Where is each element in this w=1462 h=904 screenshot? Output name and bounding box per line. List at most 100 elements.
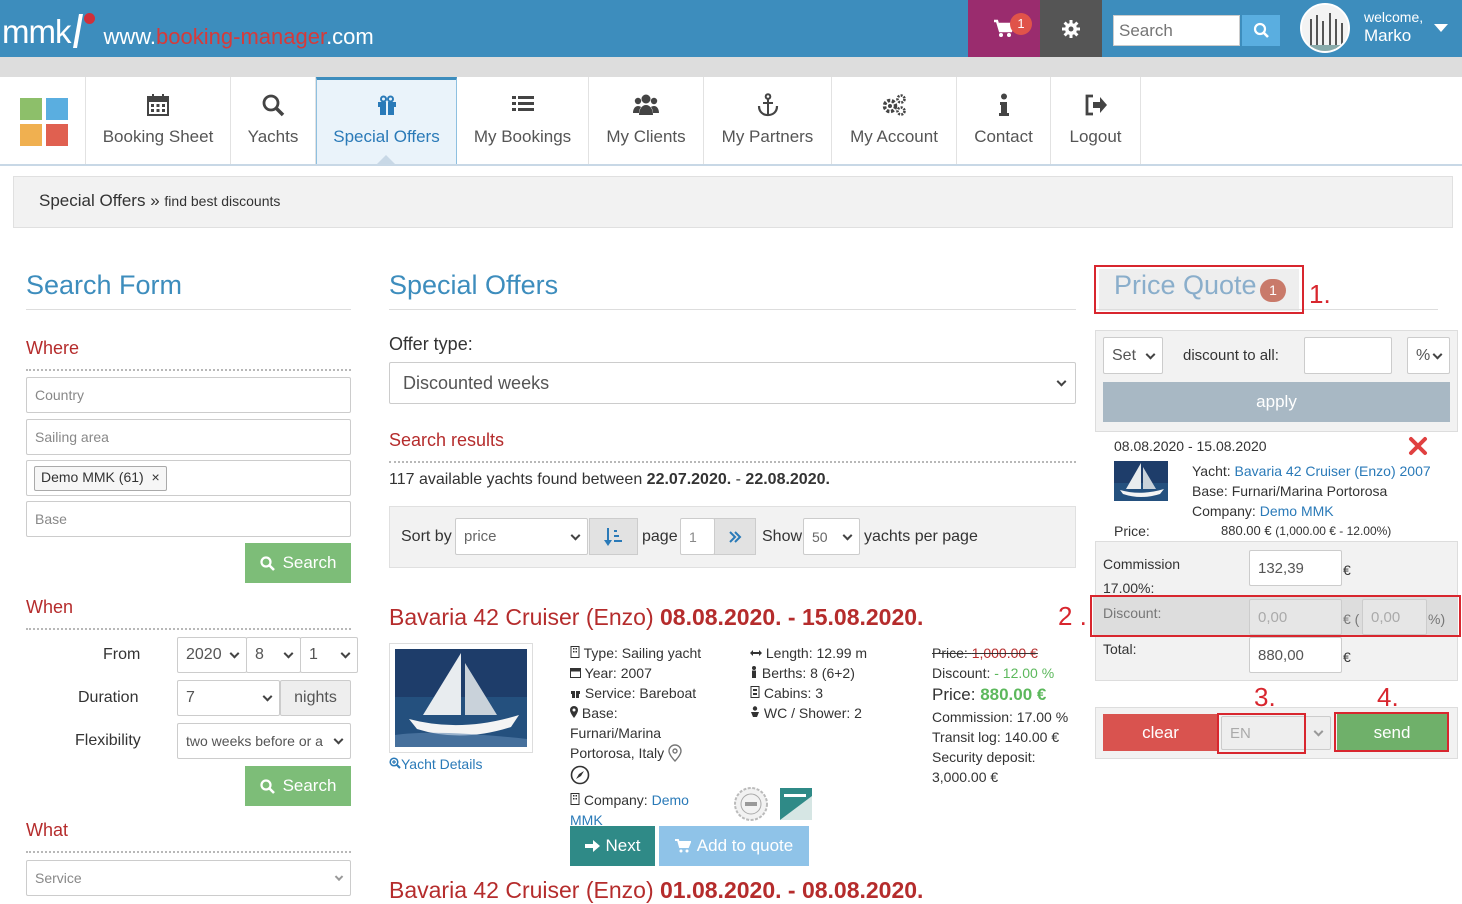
cabins-row: Cabins: 3 <box>750 683 920 703</box>
yacht-details-link[interactable]: Yacht Details <box>389 754 482 774</box>
sort-direction-button[interactable] <box>589 518 638 555</box>
clear-button[interactable]: clear <box>1103 714 1218 751</box>
yacht-specs-right: Length: 12.99 m Berths: 8 (6+2) Cabins: … <box>750 643 920 723</box>
offer-type-label: Offer type: <box>389 334 473 354</box>
divider <box>26 309 351 310</box>
nav-yachts[interactable]: Yachts <box>231 77 316 164</box>
from-month-select[interactable]: 8 <box>246 637 301 673</box>
nav-my-clients[interactable]: My Clients <box>589 77 704 164</box>
users-icon <box>633 94 659 115</box>
annotation-box-3 <box>1217 713 1306 754</box>
add-to-quote-button[interactable]: Add to quote <box>659 826 809 866</box>
discount-unit-select[interactable]: % <box>1407 337 1450 374</box>
deposit-label: Security deposit: <box>932 749 1036 765</box>
sailing-area-input[interactable]: Sailing area <box>26 419 351 455</box>
logo-url: www.booking-manager.com <box>103 24 374 49</box>
per-page-select[interactable]: 50 <box>803 518 860 555</box>
total-label: Total: <box>1103 641 1137 657</box>
logo[interactable]: mmk www.booking-manager.com <box>2 6 374 52</box>
nav-special-offers[interactable]: Special Offers <box>316 77 457 164</box>
tag-remove-icon[interactable]: × <box>151 469 159 485</box>
sort-select[interactable]: price <box>455 518 588 555</box>
calendar-icon <box>147 94 169 116</box>
quote-company-row: Company: Demo MMK <box>1192 503 1334 519</box>
chevron-down-icon <box>1056 376 1067 387</box>
location-pin-icon[interactable] <box>668 744 682 762</box>
chevron-down-icon[interactable] <box>1434 24 1448 32</box>
commission-input[interactable]: 132,39 <box>1249 550 1342 586</box>
next-button[interactable]: Next <box>570 826 655 866</box>
active-tab-indicator <box>377 155 395 164</box>
base-input[interactable]: Base <box>26 501 351 537</box>
discount-to-all-label: discount to all: <box>1183 347 1279 364</box>
company-link[interactable]: Demo <box>652 792 689 808</box>
settings-button[interactable] <box>1040 0 1102 57</box>
nav-my-partners[interactable]: My Partners <box>704 77 832 164</box>
nav-logout[interactable]: Logout <box>1051 77 1141 164</box>
from-year-select[interactable]: 2020 <box>177 637 247 673</box>
per-page-label: yachts per page <box>864 528 978 545</box>
nav-label: Special Offers <box>333 127 440 146</box>
building-icon <box>570 646 580 658</box>
partner-badge <box>778 786 814 822</box>
info-icon <box>998 93 1009 116</box>
nav-my-bookings[interactable]: My Bookings <box>457 77 589 164</box>
gift-icon <box>571 691 580 698</box>
result-title[interactable]: Bavaria 42 Cruiser (Enzo) 08.08.2020. - … <box>389 604 923 631</box>
nights-addon: nights <box>280 680 351 716</box>
page-input[interactable]: 1 <box>680 518 715 555</box>
yacht-photo-frame[interactable] <box>389 643 533 753</box>
country-input[interactable]: Country <box>26 377 351 413</box>
top-search-input[interactable] <box>1113 15 1240 46</box>
shower-icon <box>751 706 759 717</box>
nav-my-account[interactable]: My Account <box>832 77 957 164</box>
cogs-icon <box>882 94 906 116</box>
annotation-label-2: 2 . <box>1058 601 1087 631</box>
nav-contact[interactable]: Contact <box>957 77 1051 164</box>
base-value: Furnari/Marina <box>570 725 662 741</box>
compass-icon[interactable] <box>570 765 590 785</box>
chevron-down-icon <box>229 648 240 659</box>
flexibility-select[interactable]: two weeks before or a <box>177 723 351 759</box>
discount-to-all-input[interactable] <box>1304 337 1392 374</box>
from-day-select[interactable]: 1 <box>300 637 358 673</box>
company-tag: Demo MMK (61) × <box>34 466 167 491</box>
chevron-down-icon <box>340 648 351 659</box>
chevron-down-icon <box>1145 349 1156 360</box>
quote-item-thumbnail <box>1114 461 1168 501</box>
dashboard-tile[interactable] <box>0 77 86 164</box>
annotation-label-4: 4. <box>1377 682 1399 712</box>
search-button[interactable]: Search <box>245 766 351 806</box>
search-icon <box>259 778 275 794</box>
deposit-value: 3,000.00 € <box>932 769 999 785</box>
result-title[interactable]: Bavaria 42 Cruiser (Enzo) 01.08.2020. - … <box>389 877 923 904</box>
building-icon <box>570 793 580 805</box>
top-search-button[interactable] <box>1242 15 1280 46</box>
quote-yacht-link[interactable]: Bavaria 42 Cruiser (Enzo) 2007 <box>1235 463 1431 479</box>
discount: Discount: - 12.00 % <box>932 665 1055 681</box>
service-select[interactable]: Service <box>26 860 351 896</box>
next-page-button[interactable] <box>714 518 756 555</box>
set-select[interactable]: Set <box>1103 337 1163 374</box>
apply-button[interactable]: apply <box>1103 382 1450 422</box>
search-icon <box>1253 22 1269 38</box>
logout-icon <box>1085 94 1107 116</box>
breadcrumb: Special Offers » find best discounts <box>13 176 1453 228</box>
badge-icon <box>780 788 812 820</box>
remove-item-button[interactable] <box>1408 436 1428 456</box>
quote-company-link[interactable]: Demo MMK <box>1260 503 1334 519</box>
nav-label: Yachts <box>247 127 299 146</box>
nav-booking-sheet[interactable]: Booking Sheet <box>86 77 231 164</box>
wc-row: WC / Shower: 2 <box>750 703 920 723</box>
search-button[interactable]: Search <box>245 543 351 583</box>
quote-item-dates: 08.08.2020 - 15.08.2020 <box>1114 438 1267 454</box>
cart-count-badge: 1 <box>1010 13 1032 35</box>
results-count: 117 available yachts found between 22.07… <box>389 471 830 488</box>
gift-icon <box>377 95 396 115</box>
annotation-label-1: 1. <box>1309 279 1331 309</box>
avatar[interactable] <box>1300 3 1350 53</box>
total-input[interactable]: 880,00 <box>1249 637 1342 673</box>
offer-type-select[interactable]: Discounted weeks <box>389 362 1076 404</box>
duration-select[interactable]: 7 <box>177 680 280 716</box>
list-icon <box>511 96 534 111</box>
